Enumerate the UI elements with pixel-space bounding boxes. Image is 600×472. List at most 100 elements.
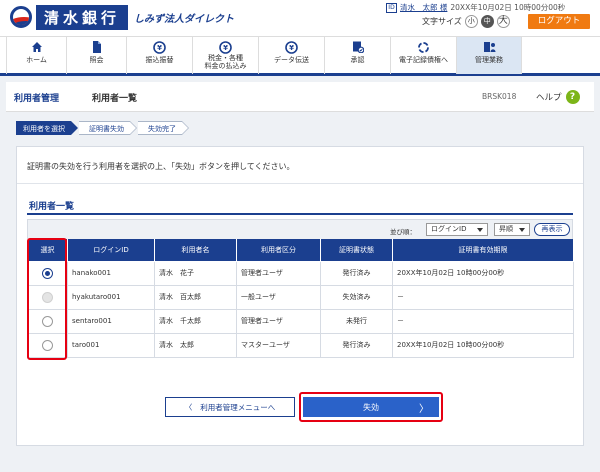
- yen-transfer-icon: ¥: [153, 41, 167, 54]
- svg-text:¥: ¥: [223, 44, 228, 52]
- table-header-row: 選択 ログインID 利用者名 利用者区分 証明書状態 証明書有効期限: [27, 239, 574, 262]
- main-panel: 証明書の失効を行う利用者を選択の上、「失効」ボタンを押してください。 利用者一覧…: [16, 146, 584, 446]
- yen-tax-icon: ¥: [219, 41, 233, 54]
- nav-approval[interactable]: 承認: [324, 37, 390, 74]
- nav-transfer-label: 振込振替: [145, 56, 174, 64]
- column-header-login-id: ログインID: [67, 239, 155, 262]
- svg-text:¥: ¥: [157, 44, 162, 52]
- login-id-cell: hyakutaro001: [67, 284, 155, 310]
- section-underline: [27, 213, 573, 215]
- certificate-expiry-cell: 20XX年10月02日 10時00分00秒: [392, 260, 574, 286]
- table-row[interactable]: sentaro001 清水 千太郎 管理者ユーザ 未発行 －: [27, 308, 574, 334]
- table-row: hyakutaro001 清水 百太郎 一般ユーザ 失効済み －: [27, 284, 574, 310]
- step-revoke-complete: 失効完了: [138, 121, 189, 135]
- nav-admin[interactable]: 管理業務: [456, 37, 522, 74]
- nav-home[interactable]: ホーム: [6, 37, 66, 74]
- chevron-down-icon: [477, 228, 483, 232]
- sort-order-value: 昇順: [499, 225, 513, 233]
- nav-inquiry[interactable]: 照会: [66, 37, 126, 74]
- section-title: 利用者一覧: [29, 202, 75, 212]
- nav-approval-label: 承認: [350, 56, 365, 64]
- user-category-cell: 管理者ユーザ: [236, 260, 321, 286]
- certificate-status-cell: 未発行: [320, 308, 393, 334]
- progress-steps: 利用者を選択 証明書失効 失効完了: [16, 121, 190, 135]
- page-title: 利用者一覧: [92, 94, 138, 104]
- step-select-user: 利用者を選択: [16, 121, 78, 135]
- redisplay-button[interactable]: 再表示: [534, 223, 570, 236]
- help-question-icon: ?: [565, 90, 580, 104]
- certificate-status-cell: 発行済み: [320, 260, 393, 286]
- chevron-right-icon: 〉: [419, 404, 429, 415]
- revoke-button[interactable]: 失効 〉: [303, 397, 439, 417]
- revoke-label: 失効: [363, 402, 379, 412]
- sort-field-select[interactable]: ログインID: [426, 223, 488, 236]
- nav-tax-payment[interactable]: ¥ 税金・各種 料金の払込み: [192, 37, 258, 74]
- service-name: しみず法人ダイレクト: [134, 13, 235, 25]
- last-login-time: 20XX年10月02日 10時00分00秒: [450, 3, 566, 12]
- select-radio[interactable]: [42, 315, 53, 327]
- font-size-switcher: 文字サイズ 小 中 大: [422, 15, 510, 28]
- column-header-user-name: 利用者名: [154, 239, 237, 262]
- step-revoke-certificate: 証明書失効: [79, 121, 137, 135]
- electronic-claim-icon: [417, 41, 431, 54]
- select-cell: [27, 260, 68, 286]
- sort-bar: 並び順： ログインID 昇順 再表示: [27, 219, 573, 239]
- login-id-cell: taro001: [67, 332, 155, 358]
- logout-button[interactable]: ログアウト: [528, 14, 590, 29]
- certificate-status-cell: 発行済み: [320, 332, 393, 358]
- bank-logo-mark-icon: [10, 6, 32, 28]
- global-nav: ホーム 照会 ¥ 振込振替 ¥ 税金・各種 料金の払込み ¥ データ伝送 承認: [0, 36, 600, 76]
- font-large-button[interactable]: 大: [496, 15, 510, 28]
- back-to-menu-label: 利用者管理メニューへ: [200, 402, 276, 412]
- help-label: ヘルプ: [536, 93, 562, 103]
- select-radio-disabled: [42, 291, 53, 303]
- svg-text:¥: ¥: [289, 44, 294, 52]
- table-row[interactable]: taro001 清水 太郎 マスターユーザ 発行済み 20XX年10月02日 1…: [27, 332, 574, 358]
- font-medium-button[interactable]: 中: [480, 15, 494, 28]
- user-card-icon: ID: [386, 2, 397, 13]
- user-category-cell: マスターユーザ: [236, 332, 321, 358]
- column-header-certificate-status: 証明書状態: [320, 239, 393, 262]
- select-cell: [27, 308, 68, 334]
- select-radio[interactable]: [42, 339, 53, 351]
- table-row[interactable]: hanako001 清水 花子 管理者ユーザ 発行済み 20XX年10月02日 …: [27, 260, 574, 286]
- sort-field-value: ログインID: [431, 225, 467, 233]
- chevron-down-icon: [519, 228, 525, 232]
- user-name-cell: 清水 太郎: [154, 332, 237, 358]
- nav-electronic-claim[interactable]: 電子記録債権へ: [390, 37, 456, 74]
- screen-id: BRSK018: [482, 92, 517, 101]
- user-category-cell: 一般ユーザ: [236, 284, 321, 310]
- font-small-button[interactable]: 小: [464, 15, 478, 28]
- column-header-select: 選択: [27, 239, 68, 262]
- nav-home-label: ホーム: [26, 56, 47, 64]
- user-info: ID 清水 太郎 様 20XX年10月02日 10時00分00秒: [386, 2, 565, 13]
- login-id-cell: sentaro001: [67, 308, 155, 334]
- admin-icon: [482, 41, 496, 54]
- back-to-menu-button[interactable]: 〈 利用者管理メニューへ: [165, 397, 295, 417]
- nav-data-transfer-label: データ伝送: [274, 56, 309, 64]
- font-size-label: 文字サイズ: [422, 17, 462, 26]
- column-header-user-category: 利用者区分: [236, 239, 321, 262]
- sort-order-select[interactable]: 昇順: [494, 223, 530, 236]
- nav-tax-payment-label-2: 料金の払込み: [204, 62, 247, 70]
- sort-label: 並び順：: [390, 228, 416, 236]
- help-link[interactable]: ヘルプ ?: [536, 90, 580, 104]
- divider: [17, 183, 583, 184]
- header: 清水銀行 しみず法人ダイレクト ID 清水 太郎 様 20XX年10月02日 1…: [0, 0, 600, 36]
- certificate-expiry-cell: 20XX年10月02日 10時00分00秒: [392, 332, 574, 358]
- nav-transfer[interactable]: ¥ 振込振替: [126, 37, 192, 74]
- user-table: 選択 ログインID 利用者名 利用者区分 証明書状態 証明書有効期限 hanak…: [27, 239, 574, 358]
- approval-icon: [351, 41, 365, 54]
- select-radio[interactable]: [42, 267, 53, 279]
- page-category: 利用者管理: [14, 94, 60, 104]
- certificate-expiry-cell: －: [392, 284, 574, 310]
- bank-logo[interactable]: 清水銀行 しみず法人ダイレクト: [10, 4, 234, 30]
- nav-electronic-claim-label: 電子記録債権へ: [399, 56, 448, 64]
- home-icon: [30, 41, 44, 54]
- user-name-cell: 清水 百太郎: [154, 284, 237, 310]
- nav-tax-payment-label-1: 税金・各種: [208, 54, 243, 62]
- column-header-certificate-expiry: 証明書有効期限: [392, 239, 574, 262]
- nav-data-transfer[interactable]: ¥ データ伝送: [258, 37, 324, 74]
- user-name-link[interactable]: 清水 太郎 様: [400, 2, 447, 13]
- bank-name: 清水銀行: [36, 4, 129, 30]
